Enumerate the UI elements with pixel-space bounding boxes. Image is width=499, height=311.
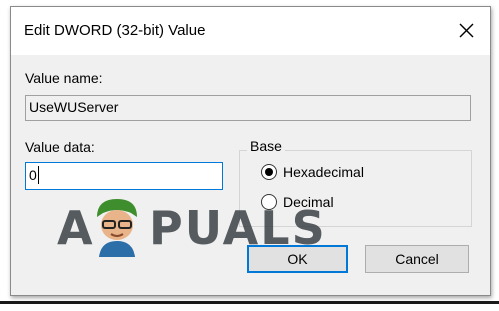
value-name-label: Value name:: [25, 70, 103, 86]
value-data-label: Value data:: [25, 139, 95, 155]
close-icon: [459, 23, 474, 38]
watermark-letter-a: A: [57, 201, 95, 255]
value-data-input[interactable]: 0: [25, 162, 223, 190]
radio-selected-dot: [265, 168, 273, 176]
cancel-button[interactable]: Cancel: [365, 245, 469, 273]
appuals-watermark: A PUALS: [57, 197, 347, 261]
radio-hexadecimal-label[interactable]: Hexadecimal: [283, 164, 364, 180]
title-bar: Edit DWORD (32-bit) Value: [11, 7, 490, 55]
bottom-divider: [0, 301, 499, 304]
dialog-title: Edit DWORD (32-bit) Value: [24, 22, 206, 39]
close-button[interactable]: [450, 15, 484, 45]
text-caret: [38, 166, 39, 184]
edit-dword-dialog: Edit DWORD (32-bit) Value Value name: Us…: [10, 6, 491, 296]
watermark-text: PUALS: [149, 201, 327, 255]
value-name-text: UseWUServer: [29, 99, 119, 115]
base-group-title: Base: [247, 138, 285, 154]
value-data-text: 0: [29, 167, 37, 183]
radio-hexadecimal[interactable]: [261, 164, 277, 180]
mascot-icon: [97, 199, 137, 257]
value-name-field[interactable]: UseWUServer: [25, 95, 471, 121]
